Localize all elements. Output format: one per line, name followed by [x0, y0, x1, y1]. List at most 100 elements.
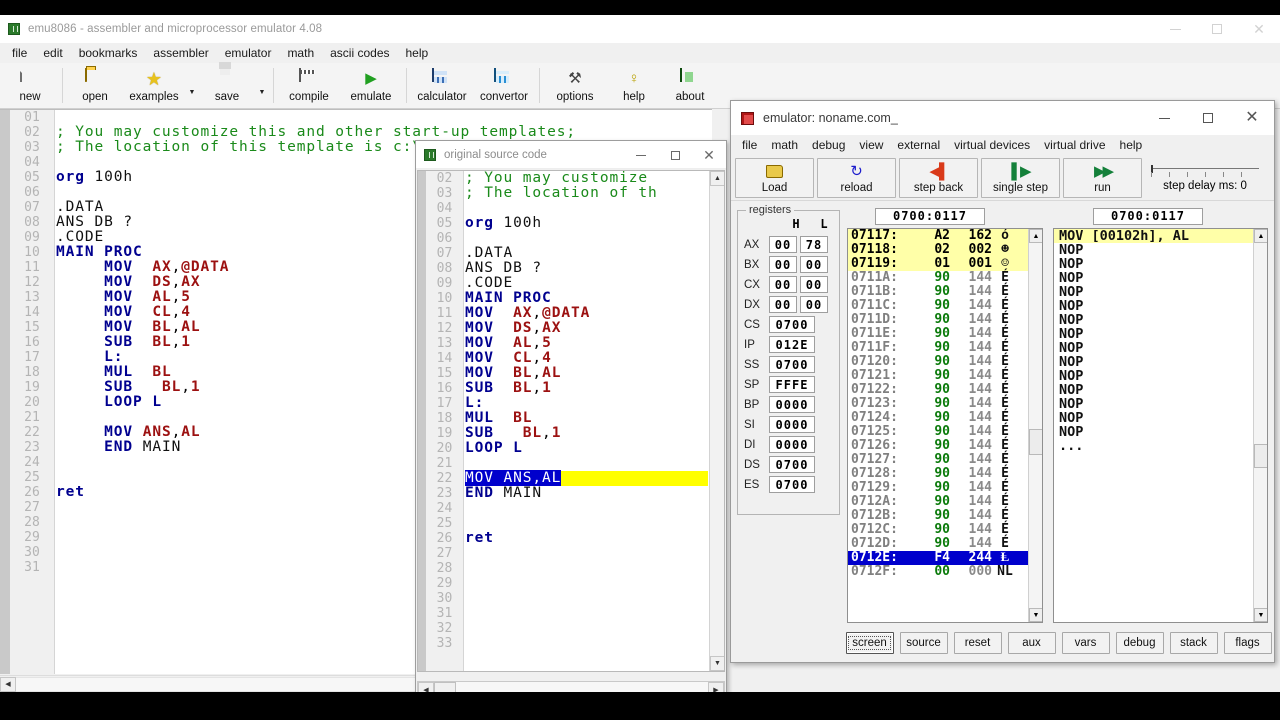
- register-value[interactable]: 0700: [769, 356, 815, 373]
- disassembly-row[interactable]: NOP: [1054, 285, 1267, 299]
- source-code-line[interactable]: [465, 501, 708, 516]
- disassembly-row[interactable]: NOP: [1054, 257, 1267, 271]
- source-code-line[interactable]: [465, 546, 708, 561]
- register-value[interactable]: 0700: [769, 316, 815, 333]
- memory-scroll-down-arrow-icon[interactable]: ▼: [1029, 608, 1042, 622]
- memory-list[interactable]: 07117: A2 162 ó 07118: 02 002 ☻ 07119: 01 001 ☺ 0711…: [847, 228, 1043, 623]
- toolbar-calculator-button[interactable]: calculator: [411, 63, 473, 108]
- memory-row[interactable]: 07117: A2 162 ó: [848, 229, 1042, 243]
- memory-row[interactable]: 07129: 90 144 É: [848, 481, 1042, 495]
- source-maximize-button[interactable]: [658, 141, 692, 169]
- disassembly-row[interactable]: NOP: [1054, 397, 1267, 411]
- memory-row[interactable]: 07118: 02 002 ☻: [848, 243, 1042, 257]
- register-value-l[interactable]: 00: [800, 296, 828, 313]
- source-code-line[interactable]: [465, 591, 708, 606]
- memory-row[interactable]: 07126: 90 144 É: [848, 439, 1042, 453]
- scroll-left-arrow-icon[interactable]: ◀: [0, 676, 16, 692]
- emulator-debug-button[interactable]: debug: [1115, 632, 1164, 654]
- source-code-line[interactable]: [465, 576, 708, 591]
- toolbar-convertor-button[interactable]: convertor: [473, 63, 535, 108]
- source-code-line[interactable]: [465, 621, 708, 636]
- source-code-line[interactable]: ; The location of th: [465, 186, 708, 201]
- register-value[interactable]: 0700: [769, 476, 815, 493]
- source-scroll-up-arrow-icon[interactable]: ▲: [710, 171, 724, 186]
- menu-ascii-codes[interactable]: ascii codes: [322, 44, 397, 62]
- toolbar-emulate-button[interactable]: ▶ emulate: [340, 63, 402, 108]
- source-code-line[interactable]: [465, 201, 708, 216]
- emulator-vars-button[interactable]: vars: [1061, 632, 1110, 654]
- source-window-body[interactable]: 02 03 04 05 06 07 08 09 10 11 12 13 14 15 16 17 18 19 20 21…: [417, 170, 725, 672]
- memory-row[interactable]: 0712F: 00 000 NL: [848, 565, 1042, 579]
- memory-row[interactable]: 07121: 90 144 É: [848, 369, 1042, 383]
- disassembly-scroll-up-arrow-icon[interactable]: ▲: [1254, 229, 1267, 243]
- register-value[interactable]: 012E: [769, 336, 815, 353]
- register-value[interactable]: FFFE: [769, 376, 815, 393]
- menu-edit[interactable]: edit: [35, 44, 70, 62]
- disassembly-row[interactable]: NOP: [1054, 313, 1267, 327]
- source-code-line[interactable]: [465, 456, 708, 471]
- toolbar-save-button[interactable]: save: [199, 63, 255, 108]
- disassembly-row[interactable]: NOP: [1054, 411, 1267, 425]
- memory-row[interactable]: 0712D: 90 144 É: [848, 537, 1042, 551]
- disassembly-scroll-thumb[interactable]: [1254, 444, 1267, 468]
- source-code-line[interactable]: MOV CL,4: [465, 351, 708, 366]
- memory-row[interactable]: 07125: 90 144 É: [848, 425, 1042, 439]
- source-minimize-button[interactable]: [624, 141, 658, 169]
- source-code-line[interactable]: SUB BL,1: [465, 381, 708, 396]
- source-code-line[interactable]: ; You may customize: [465, 171, 708, 186]
- close-button[interactable]: ✕: [1238, 15, 1280, 43]
- source-code-line-highlighted[interactable]: MOV ANS,AL: [465, 470, 708, 486]
- emulator-close-button[interactable]: ✕: [1230, 101, 1274, 135]
- toolbar-new-button[interactable]: new: [2, 63, 58, 108]
- emu-menu-virtual-devices[interactable]: virtual devices: [947, 136, 1037, 154]
- toolbar-examples-button[interactable]: ★ examples: [123, 63, 185, 108]
- emu-menu-external[interactable]: external: [890, 136, 947, 154]
- code-line[interactable]: ; You may customize this and other start…: [56, 125, 712, 140]
- emulator-source-button[interactable]: source: [899, 632, 948, 654]
- toolbar-help-button[interactable]: ♀ help: [606, 63, 662, 108]
- memory-row[interactable]: 07119: 01 001 ☺: [848, 257, 1042, 271]
- emu-menu-debug[interactable]: debug: [805, 136, 852, 154]
- disassembly-row[interactable]: NOP: [1054, 271, 1267, 285]
- memory-scroll-up-arrow-icon[interactable]: ▲: [1029, 229, 1042, 243]
- disassembly-row[interactable]: NOP: [1054, 327, 1267, 341]
- memory-row[interactable]: 0712C: 90 144 É: [848, 523, 1042, 537]
- disassembly-row[interactable]: ...: [1054, 439, 1267, 453]
- step-delay-slider[interactable]: [1151, 164, 1259, 177]
- toolbar-about-button[interactable]: about: [662, 63, 718, 108]
- memory-row[interactable]: 07122: 90 144 É: [848, 383, 1042, 397]
- disassembly-vertical-scrollbar[interactable]: ▲ ▼: [1253, 229, 1267, 622]
- emulator-reset-button[interactable]: reset: [953, 632, 1002, 654]
- emulator-flags-button[interactable]: flags: [1223, 632, 1272, 654]
- memory-row[interactable]: 0711B: 90 144 É: [848, 285, 1042, 299]
- memory-row[interactable]: 0711A: 90 144 É: [848, 271, 1042, 285]
- memory-row[interactable]: 0712A: 90 144 É: [848, 495, 1042, 509]
- source-close-button[interactable]: ✕: [692, 141, 726, 169]
- register-value-l[interactable]: 78: [800, 236, 828, 253]
- emulator-minimize-button[interactable]: [1142, 101, 1186, 135]
- memory-row[interactable]: 0712B: 90 144 É: [848, 509, 1042, 523]
- memory-row[interactable]: 0711C: 90 144 É: [848, 299, 1042, 313]
- source-code-line[interactable]: MOV BL,AL: [465, 366, 708, 381]
- maximize-button[interactable]: [1196, 15, 1238, 43]
- source-code-line[interactable]: [465, 561, 708, 576]
- menu-emulator[interactable]: emulator: [217, 44, 280, 62]
- toolbar-options-button[interactable]: ⚒ options: [544, 63, 606, 108]
- code-line[interactable]: [56, 110, 712, 125]
- register-value[interactable]: 0700: [769, 456, 815, 473]
- source-code-line[interactable]: MUL BL: [465, 411, 708, 426]
- source-code-line[interactable]: MOV DS,AX: [465, 321, 708, 336]
- memory-row[interactable]: 0711D: 90 144 É: [848, 313, 1042, 327]
- emu-menu-help[interactable]: help: [1113, 136, 1150, 154]
- emulator-screen-button[interactable]: screen: [845, 632, 894, 654]
- disassembly-list[interactable]: MOV [00102h], AL NOP NOP NOP NOP NOP NOP NOP NOP…: [1053, 228, 1268, 623]
- disassembly-row[interactable]: NOP: [1054, 299, 1267, 313]
- memory-row[interactable]: 07128: 90 144 É: [848, 467, 1042, 481]
- register-value-h[interactable]: 00: [769, 276, 797, 293]
- source-code-line[interactable]: [465, 636, 708, 651]
- emulator-run-button[interactable]: ▶▶ run: [1063, 158, 1142, 198]
- source-code-line[interactable]: L:: [465, 396, 708, 411]
- source-code-line[interactable]: .DATA: [465, 246, 708, 261]
- emu-menu-file[interactable]: file: [735, 136, 764, 154]
- disassembly-row[interactable]: NOP: [1054, 243, 1267, 257]
